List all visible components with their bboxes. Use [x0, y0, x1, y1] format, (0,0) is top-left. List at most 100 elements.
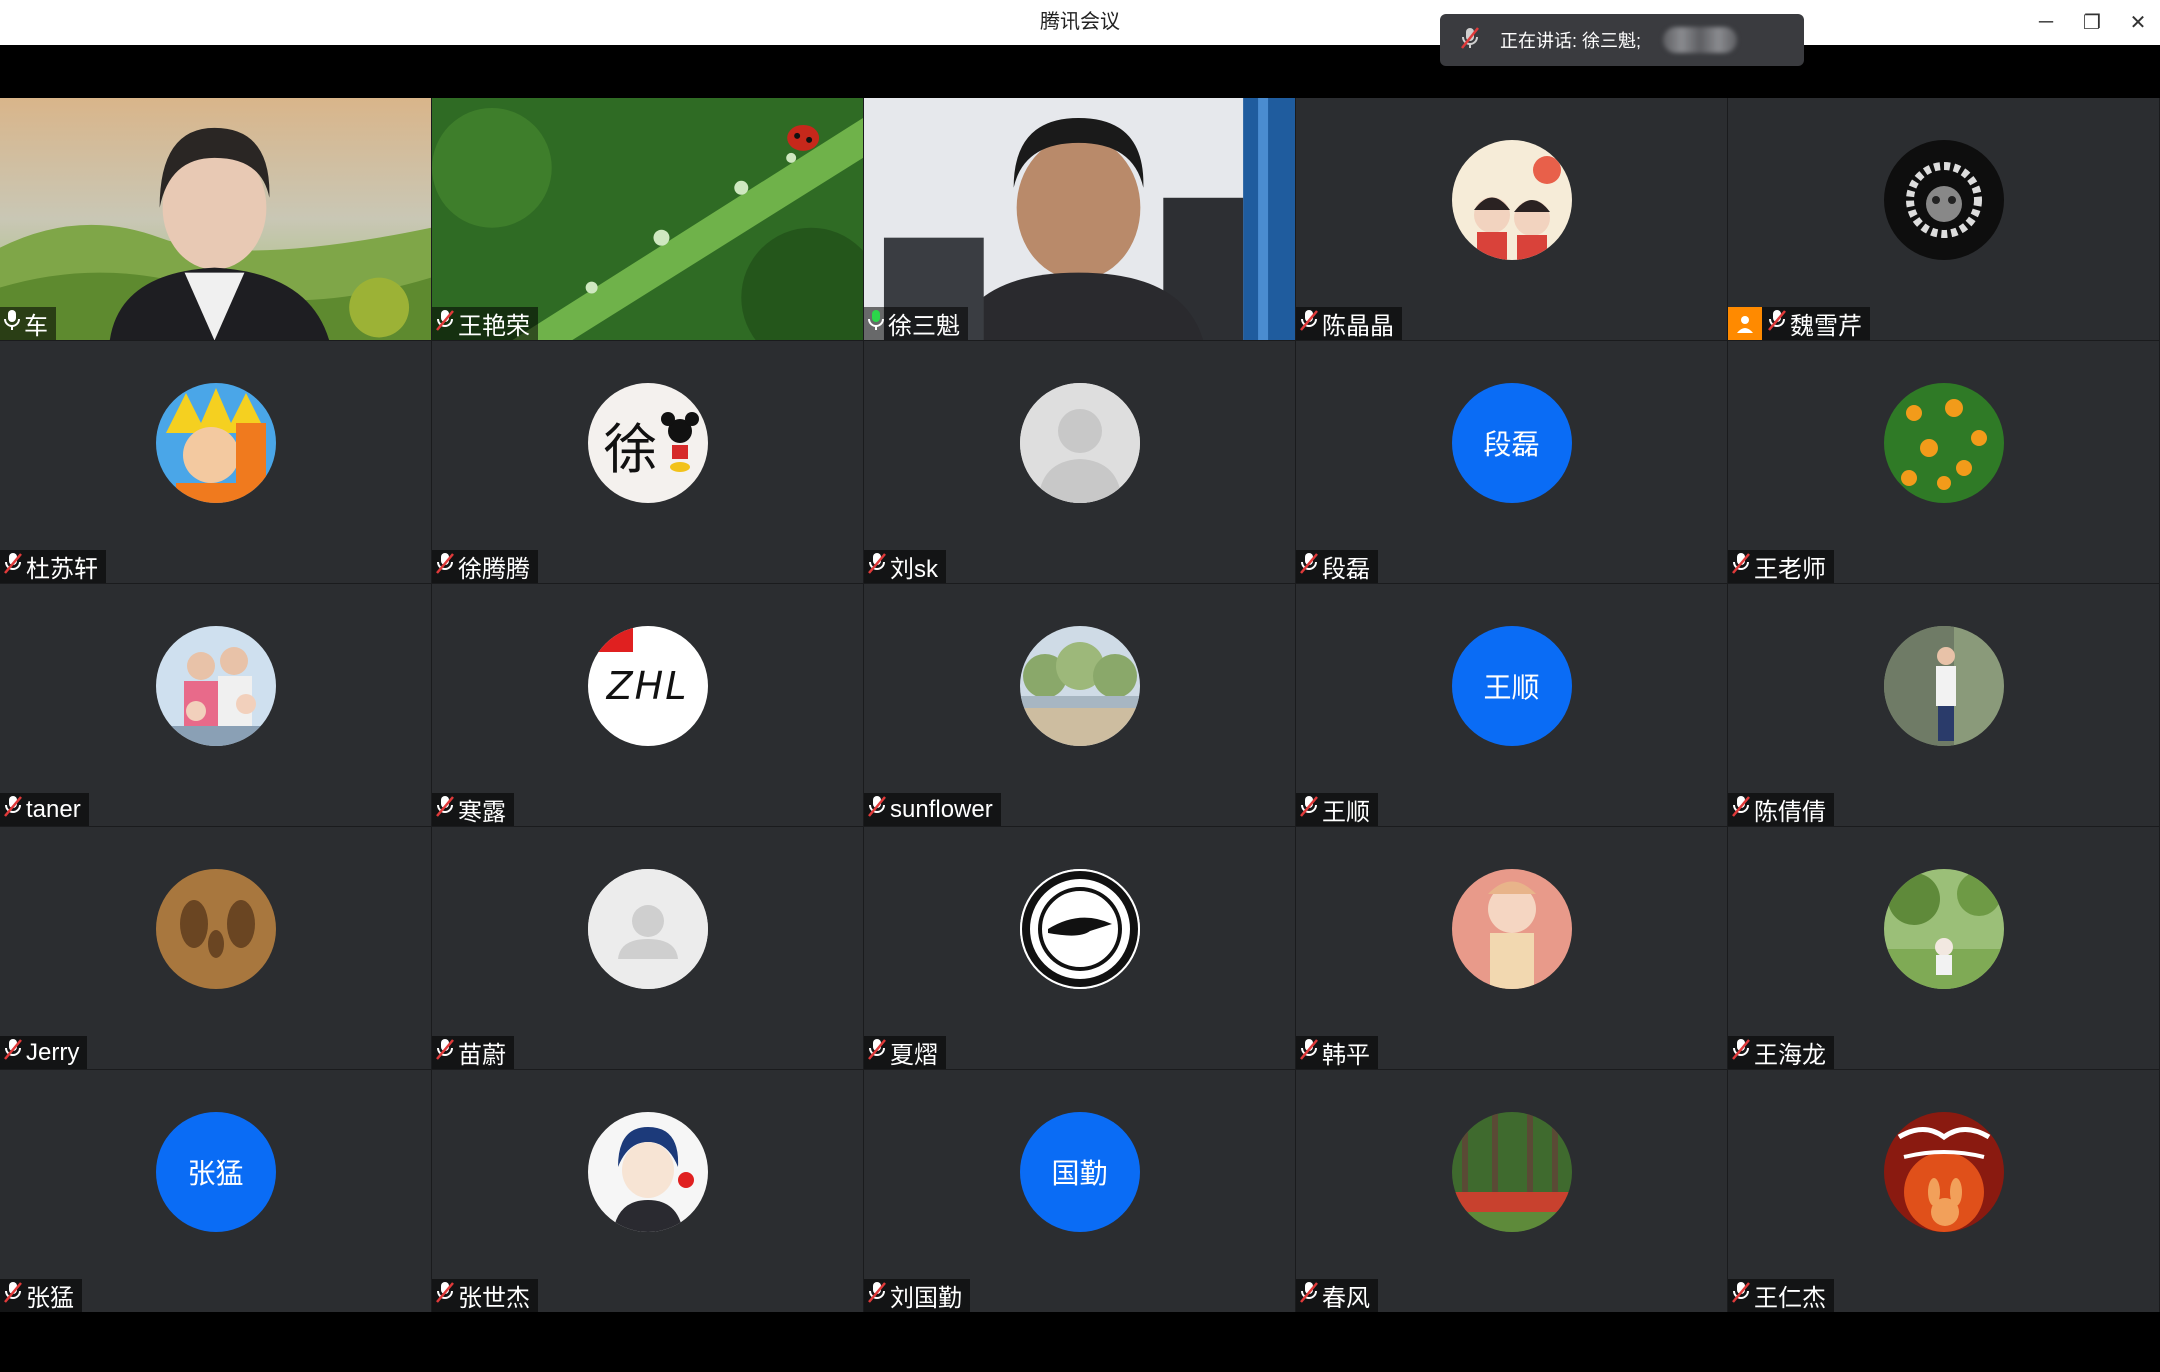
avatar-initials: 段磊	[1483, 429, 1540, 460]
participant-tile[interactable]: 陈倩倩	[1728, 584, 2160, 827]
participant-tile[interactable]: 夏熠	[864, 827, 1296, 1070]
avatar	[1883, 1112, 2004, 1232]
participant-tile[interactable]: 王艳荣	[432, 98, 864, 341]
avatar	[1451, 140, 1572, 260]
avatar-initials: 王顺	[1483, 672, 1540, 703]
participant-name-tag: 徐腾腾	[432, 550, 538, 583]
participant-name-tag: 韩平	[1296, 1036, 1378, 1069]
avatar-logo-text: ZHL	[606, 664, 689, 708]
participant-tile[interactable]: 杜苏轩	[0, 341, 432, 584]
mic-muted-icon	[4, 795, 22, 824]
mic-muted-icon	[868, 795, 886, 824]
participant-name-tag: 陈倩倩	[1728, 793, 1834, 826]
participant-tile[interactable]: 王顺 王顺	[1296, 584, 1728, 827]
participant-name-tag: 王老师	[1728, 550, 1834, 583]
participant-name-tag: 杜苏轩	[0, 550, 106, 583]
participant-tile[interactable]: 魏雪芹	[1728, 98, 2160, 341]
avatar: 国勤	[1019, 1112, 1140, 1232]
participant-tile[interactable]: 刘sk	[864, 341, 1296, 584]
avatar	[155, 626, 276, 746]
participant-tile[interactable]: 徐三魁	[864, 98, 1296, 341]
participant-name: sunflower	[890, 795, 993, 823]
participant-tile[interactable]: 苗蔚	[432, 827, 864, 1070]
avatar	[1451, 1112, 1572, 1232]
avatar	[155, 869, 276, 989]
mic-muted-icon	[1732, 1038, 1750, 1067]
mic-muted-icon	[868, 1038, 886, 1067]
video-feed	[0, 98, 431, 340]
participant-tile[interactable]: taner	[0, 584, 432, 827]
avatar: 段磊	[1451, 383, 1572, 503]
participant-name-tag: 魏雪芹	[1728, 307, 1870, 340]
avatar	[1451, 869, 1572, 989]
mic-muted-icon	[4, 1038, 22, 1067]
mic-muted-icon	[1768, 309, 1786, 338]
video-feed	[864, 98, 1295, 340]
participant-tile[interactable]: 车	[0, 98, 432, 341]
participant-tile[interactable]: 王仁杰	[1728, 1070, 2160, 1313]
participant-name-tag: 王海龙	[1728, 1036, 1834, 1069]
participant-name-tag: 张猛	[0, 1279, 82, 1312]
restore-button[interactable]: ❐	[2070, 0, 2114, 45]
participant-name: 刘国勤	[890, 1285, 962, 1312]
title-bar: 腾讯会议 ─ ❐ ✕	[0, 0, 2160, 45]
avatar-initials: 国勤	[1051, 1158, 1108, 1189]
participant-tile[interactable]: 张猛 张猛	[0, 1070, 432, 1313]
mic-muted-icon	[4, 1281, 22, 1310]
participant-name-tag: 寒露	[432, 793, 514, 826]
participant-name: 王海龙	[1754, 1042, 1826, 1069]
window-title: 腾讯会议	[1040, 11, 1120, 33]
participant-tile[interactable]: sunflower	[864, 584, 1296, 827]
participant-tile[interactable]: 张世杰	[432, 1070, 864, 1313]
minimize-button[interactable]: ─	[2024, 0, 2068, 45]
avatar	[1883, 626, 2004, 746]
participant-tile[interactable]: 国勤 刘国勤	[864, 1070, 1296, 1313]
participant-grid: 车 王艳荣 徐三魁 陈晶晶 魏雪芹 杜苏轩 徐 徐腾腾 刘sk 段磊 段磊 王老…	[0, 98, 2160, 1313]
avatar: 徐	[587, 383, 708, 503]
avatar	[155, 383, 276, 503]
participant-tile[interactable]: 韩平	[1296, 827, 1728, 1070]
participant-tile[interactable]: 段磊 段磊	[1296, 341, 1728, 584]
participant-name: 王仁杰	[1754, 1285, 1826, 1312]
participant-name: 魏雪芹	[1790, 313, 1862, 340]
close-button[interactable]: ✕	[2116, 0, 2160, 45]
participant-name: 寒露	[458, 799, 506, 826]
participant-name: 杜苏轩	[26, 556, 98, 583]
participant-name: 陈晶晶	[1322, 313, 1394, 340]
speaking-label: 正在讲话: 徐三魁;	[1500, 31, 1642, 51]
avatar	[1019, 869, 1140, 989]
participant-tile[interactable]: Jerry	[0, 827, 432, 1070]
participant-name: 张猛	[26, 1285, 74, 1312]
avatar-initials: 张猛	[187, 1158, 244, 1189]
participant-tile[interactable]: 王海龙	[1728, 827, 2160, 1070]
mic-on-icon	[868, 309, 884, 338]
video-feed	[432, 98, 863, 340]
avatar: 王顺	[1451, 626, 1572, 746]
participant-name: 韩平	[1322, 1042, 1370, 1069]
participant-name-tag: taner	[0, 793, 89, 826]
participant-name: 苗蔚	[458, 1042, 506, 1069]
mic-muted-icon	[868, 552, 886, 581]
participant-name: 刘sk	[890, 556, 938, 583]
mic-muted-icon	[1732, 1281, 1750, 1310]
avatar	[1019, 626, 1140, 746]
participant-tile[interactable]: 陈晶晶	[1296, 98, 1728, 341]
mic-muted-icon	[1300, 795, 1318, 824]
participant-name-tag: 徐三魁	[864, 307, 968, 340]
mic-muted-icon	[436, 795, 454, 824]
participant-tile[interactable]: 王老师	[1728, 341, 2160, 584]
mic-muted-icon	[1732, 795, 1750, 824]
participant-tile[interactable]: 徐 徐腾腾	[432, 341, 864, 584]
participant-tile[interactable]: 春风	[1296, 1070, 1728, 1313]
participant-name: 段磊	[1322, 556, 1370, 583]
participant-name: 张世杰	[458, 1285, 530, 1312]
participant-name-tag: 段磊	[1296, 550, 1378, 583]
participant-name-tag: 夏熠	[864, 1036, 946, 1069]
mic-muted-icon	[1732, 552, 1750, 581]
participant-name: 陈倩倩	[1754, 799, 1826, 826]
avatar: ZHL	[587, 626, 708, 746]
participant-name: 王老师	[1754, 556, 1826, 583]
participant-name: taner	[26, 795, 81, 823]
participant-tile[interactable]: ZHL 寒露	[432, 584, 864, 827]
mic-muted-icon	[1300, 1281, 1318, 1310]
